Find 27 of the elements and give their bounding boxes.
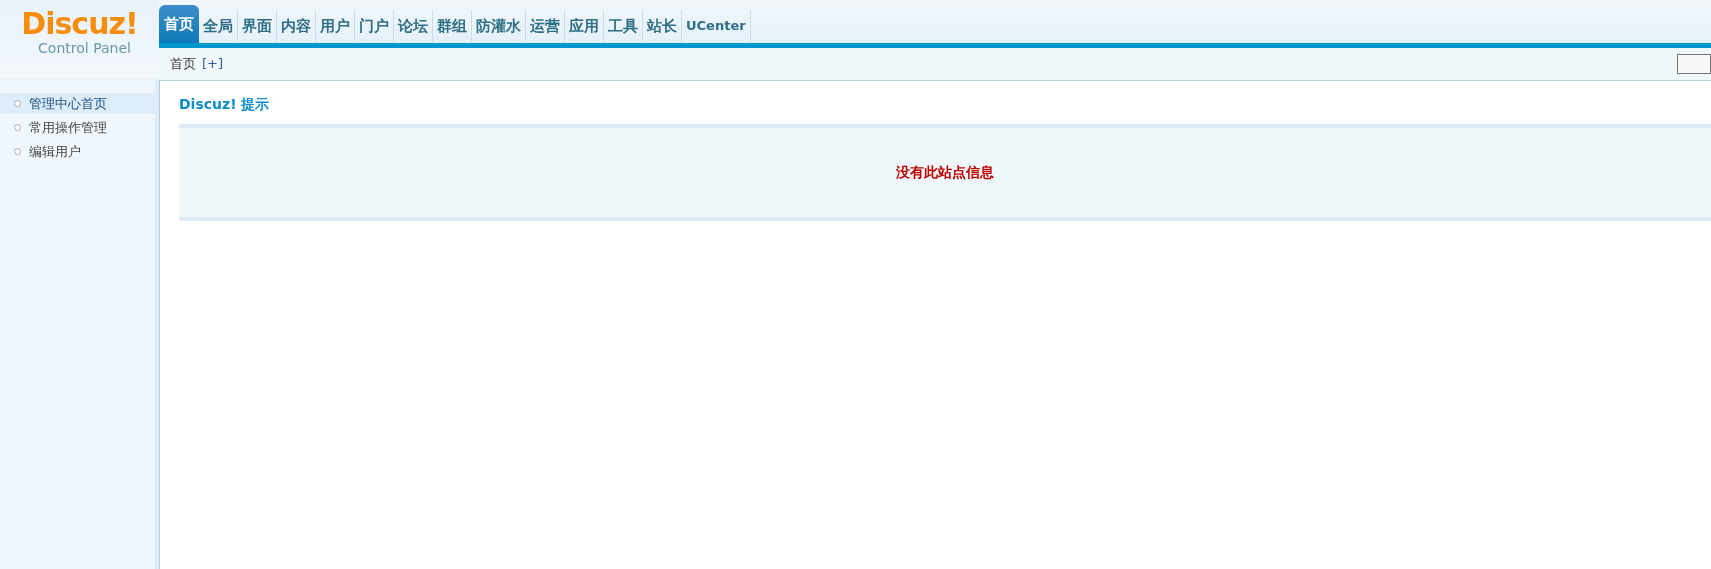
nav-tab[interactable]: 应用 bbox=[565, 10, 604, 42]
add-shortcut-link[interactable]: [+] bbox=[202, 54, 224, 74]
sidebar-item[interactable]: 管理中心首页 bbox=[0, 93, 155, 114]
nav-tab[interactable]: 防灌水 bbox=[472, 10, 526, 42]
nav-tab[interactable]: UCenter bbox=[682, 10, 751, 42]
nav-tab[interactable]: 群组 bbox=[433, 10, 472, 42]
notice-title: Discuz! 提示 bbox=[179, 95, 271, 114]
bullet-icon bbox=[14, 148, 21, 155]
nav-tab[interactable]: 论坛 bbox=[394, 10, 433, 42]
bullet-icon bbox=[14, 100, 21, 107]
nav-tab[interactable]: 用户 bbox=[316, 10, 355, 42]
nav-tab[interactable]: 界面 bbox=[238, 10, 277, 42]
nav-tab[interactable]: 运营 bbox=[526, 10, 565, 42]
bullet-icon bbox=[14, 124, 21, 131]
sidebar-item[interactable]: 常用操作管理 bbox=[0, 117, 155, 138]
logo-title: Discuz! bbox=[21, 8, 138, 40]
error-message: 没有此站点信息 bbox=[896, 163, 994, 182]
logo-subtitle: Control Panel bbox=[38, 40, 131, 56]
breadcrumb-link[interactable]: 首页 bbox=[170, 54, 196, 74]
nav-tab[interactable]: 站长 bbox=[643, 10, 682, 42]
nav-tab[interactable]: 全局 bbox=[199, 10, 238, 42]
nav-tab[interactable]: 工具 bbox=[604, 10, 643, 42]
search-field[interactable] bbox=[1677, 54, 1711, 74]
sidebar-item[interactable]: 编辑用户 bbox=[0, 141, 155, 162]
nav-tab[interactable]: 门户 bbox=[355, 10, 394, 42]
nav-tab[interactable]: 内容 bbox=[277, 10, 316, 42]
nav-tab[interactable]: 首页 bbox=[159, 5, 199, 43]
